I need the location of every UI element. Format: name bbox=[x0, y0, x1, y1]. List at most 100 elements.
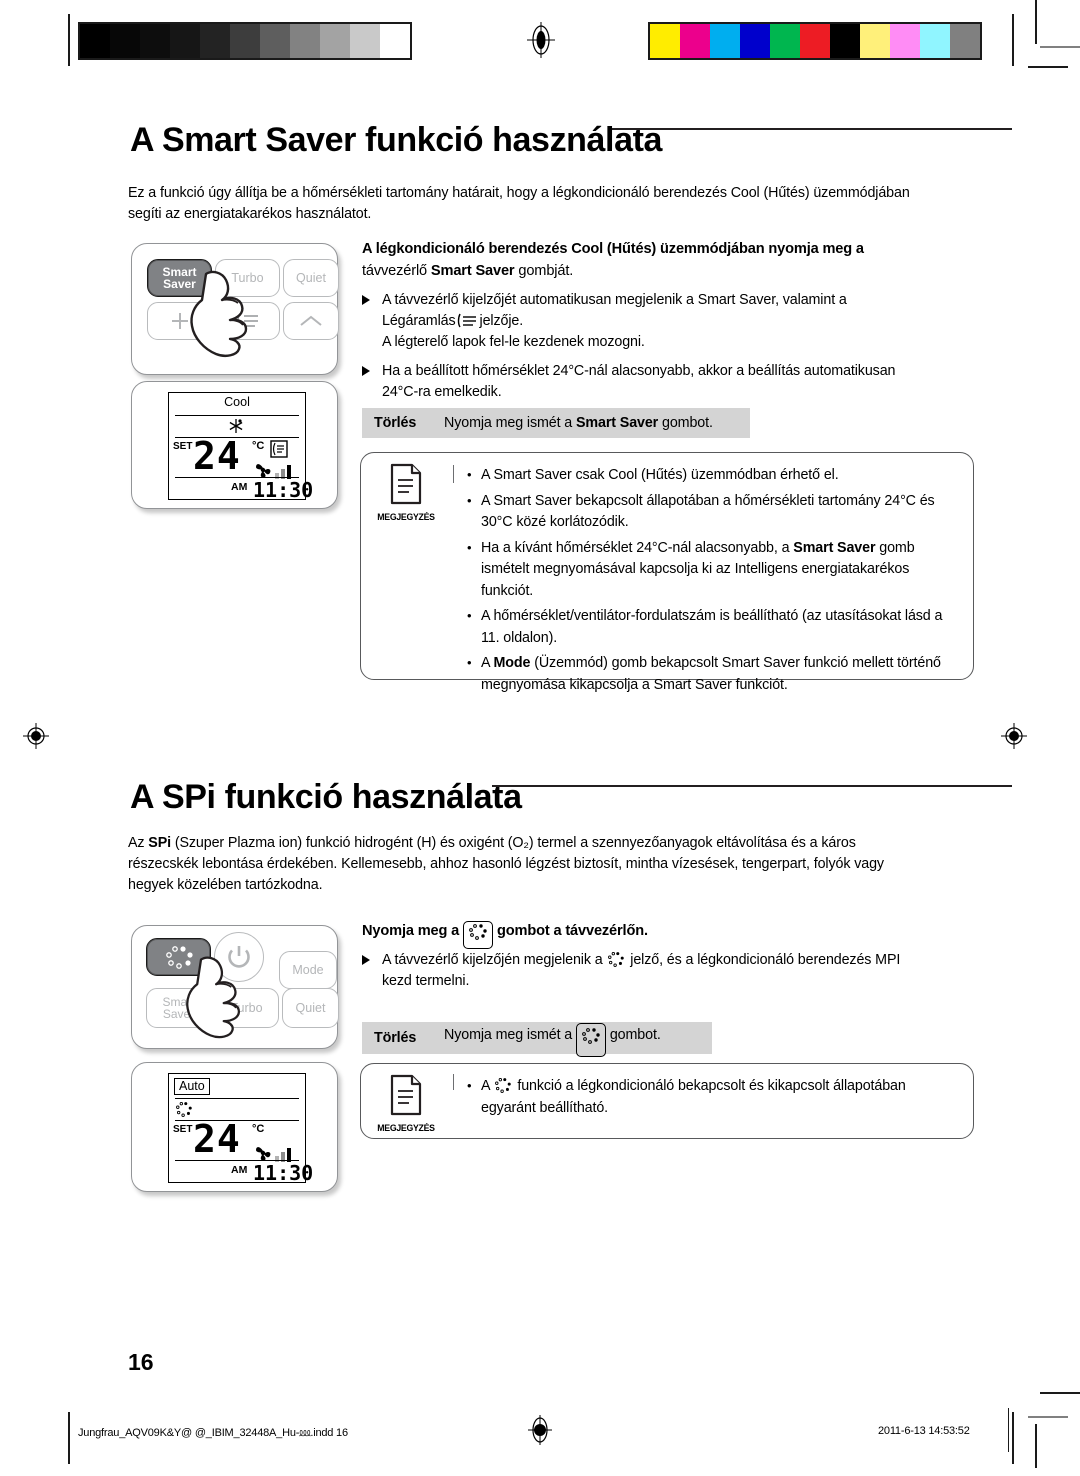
plus-icon bbox=[171, 313, 188, 329]
clear-text-post: gombot. bbox=[658, 415, 713, 431]
power-icon bbox=[228, 946, 250, 968]
step-heading-line2-strong: Smart Saver bbox=[430, 263, 515, 279]
note-item: A hőmérséklet/ventilátor-fordulatszám is… bbox=[465, 605, 957, 649]
spi-button-inline bbox=[576, 1022, 606, 1057]
smart-saver-step-heading: A légkondicionáló berendezés Cool (Hűtés… bbox=[362, 238, 962, 282]
bullet-1-line2-post: jelzője. bbox=[479, 313, 524, 329]
crop-mark-bottom-right-v bbox=[1012, 1412, 1014, 1464]
spi-intro: Az SPi (Szuper Plazma ion) funkció hidro… bbox=[128, 833, 928, 896]
spi-button-inline bbox=[463, 921, 494, 949]
note-item: A funkció a légkondicionáló bekapcsolt é… bbox=[465, 1075, 957, 1119]
bullet-2-line2: 24°C-ra emelkedik. bbox=[382, 384, 502, 400]
note-body-smart-saver: A Smart Saver csak Cool (Hűtés) üzemmódb… bbox=[465, 464, 957, 700]
note-item: A Mode (Üzemmód) gomb bekapcsolt Smart S… bbox=[465, 652, 957, 696]
crop-mark-bottom-right-corner-v bbox=[1035, 1424, 1037, 1468]
note-item: A Smart Saver bekapcsolt állapotában a h… bbox=[465, 490, 957, 534]
crop-mark-top-right-corner-h2 bbox=[1028, 66, 1068, 68]
grayscale-calibration-bar bbox=[78, 22, 412, 60]
lcd-illustration-smart-saver: Cool SET 24 °C AM 11:30 bbox=[131, 381, 338, 509]
calibration-swatch bbox=[890, 24, 920, 58]
note-box-spi: MEGJEGYZÉS A funkció a légkondicionáló b… bbox=[360, 1063, 974, 1139]
spi-intro-pre: Az bbox=[128, 835, 149, 851]
lcd-temperature: 24 bbox=[193, 434, 241, 478]
footer-timestamp: 2011-6-13 14:53:52 bbox=[878, 1425, 970, 1437]
up-button[interactable] bbox=[283, 302, 339, 340]
step-heading-line2-pre: távvezérlő bbox=[362, 263, 431, 279]
smart-saver-button-label: Smart Saver bbox=[162, 264, 197, 291]
mode-button[interactable]: Mode bbox=[279, 951, 337, 989]
calibration-swatch bbox=[680, 24, 710, 58]
lcd-ampm: AM bbox=[231, 481, 248, 493]
remote-illustration-spi: Mode Smart Saver Turbo Quiet bbox=[131, 925, 339, 1049]
note-icon-group: MEGJEGYZÉS bbox=[371, 1074, 441, 1134]
smart-saver-button[interactable]: Smart Saver bbox=[147, 259, 212, 297]
step-heading-line2-post: gombját. bbox=[514, 263, 574, 279]
lcd-mode-label: Auto bbox=[174, 1078, 210, 1095]
registration-mark-left bbox=[22, 722, 49, 749]
spi-step-heading-post: gombot a távvezérlőn. bbox=[493, 923, 648, 939]
calibration-swatch bbox=[380, 24, 410, 58]
triangle-bullet-icon bbox=[362, 295, 370, 305]
clear-instruction-bar-smart-saver: Törlés Nyomja meg ismét a Smart Saver go… bbox=[362, 408, 750, 438]
document-icon bbox=[390, 1074, 422, 1116]
registration-mark-top bbox=[526, 22, 555, 58]
footer-divider bbox=[1008, 1408, 1009, 1452]
spi-button[interactable] bbox=[146, 938, 211, 976]
calibration-swatch bbox=[350, 24, 380, 58]
lcd-screen: Cool SET 24 °C AM 11:30 bbox=[168, 392, 313, 502]
quiet-button-label: Quiet bbox=[296, 270, 326, 285]
turbo-button[interactable]: Turbo bbox=[215, 259, 280, 297]
spi-note-pre: A bbox=[481, 1078, 494, 1094]
spi-title-post: funkció használata bbox=[215, 778, 522, 816]
calibration-swatch bbox=[290, 24, 320, 58]
turbo-button-label: Turbo bbox=[231, 270, 264, 285]
quiet-button-label: Quiet bbox=[295, 1000, 326, 1015]
turbo-button[interactable]: Turbo bbox=[214, 988, 279, 1028]
bullet-item: A távvezérlő kijelzőjét automatikusan me… bbox=[362, 290, 962, 353]
power-button[interactable] bbox=[214, 932, 264, 982]
clear-text-pre: Nyomja meg ismét a bbox=[444, 1026, 576, 1043]
calibration-swatch bbox=[140, 24, 170, 58]
calibration-swatch bbox=[710, 24, 740, 58]
note-item-4: A hőmérséklet/ventilátor-fordulatszám is… bbox=[481, 608, 943, 646]
note-item: A Smart Saver csak Cool (Hűtés) üzemmódb… bbox=[465, 464, 957, 487]
airflow-button[interactable] bbox=[215, 302, 280, 340]
note-item-5-strong: Mode bbox=[493, 655, 531, 671]
lcd-ampm: AM bbox=[231, 1164, 248, 1176]
smart-saver-button[interactable]: Smart Saver bbox=[146, 988, 211, 1028]
spi-icon bbox=[495, 1077, 512, 1093]
lcd-time: 11:30 bbox=[253, 478, 314, 502]
clear-instruction-bar-spi: Törlés Nyomja meg ismét a gombot. bbox=[362, 1022, 712, 1057]
registration-mark-right bbox=[1000, 722, 1027, 749]
note-item: Ha a kívánt hőmérséklet 24°C-nál alacson… bbox=[465, 537, 957, 603]
note-item-3-strong: Smart Saver bbox=[793, 539, 876, 556]
quiet-button[interactable]: Quiet bbox=[282, 988, 339, 1028]
chevron-up-icon bbox=[300, 315, 322, 326]
quiet-button[interactable]: Quiet bbox=[283, 259, 339, 297]
spi-bullet-line1-post: jelző, és a légkondicionáló berendezés M… bbox=[626, 952, 901, 968]
spi-icon bbox=[165, 946, 193, 969]
calibration-swatch bbox=[230, 24, 260, 58]
spi-intro-post: (Szuper Plazma ion) funkció hidrogént (H… bbox=[128, 835, 884, 893]
note-caption: MEGJEGYZÉS bbox=[377, 1123, 435, 1134]
plus-button[interactable] bbox=[147, 302, 212, 340]
crop-mark-bottom-right-corner-h bbox=[1040, 1392, 1080, 1394]
step-heading-line1: A légkondicionáló berendezés Cool (Hűtés… bbox=[362, 241, 864, 257]
calibration-swatch bbox=[860, 24, 890, 58]
lcd-set-label: SET bbox=[173, 441, 193, 452]
note-caption: MEGJEGYZÉS bbox=[377, 512, 435, 523]
spi-step-heading-pre: Nyomja meg a bbox=[362, 923, 464, 939]
lcd-screen: Auto SET 24 °C AM 11:30 bbox=[168, 1073, 313, 1185]
calibration-swatch bbox=[170, 24, 200, 58]
spi-bullet-line2: kezd termelni. bbox=[382, 973, 470, 989]
spi-title-pre: A bbox=[130, 778, 162, 816]
note-icon-group: MEGJEGYZÉS bbox=[371, 463, 441, 523]
calibration-swatch bbox=[950, 24, 980, 58]
triangle-bullet-icon bbox=[362, 366, 370, 376]
clear-text-pre: Nyomja meg ismét a bbox=[444, 415, 576, 431]
note-box-smart-saver: MEGJEGYZÉS A Smart Saver csak Cool (Hűté… bbox=[360, 452, 974, 693]
note-item-1: A Smart Saver csak Cool (Hűtés) üzemmódb… bbox=[481, 467, 839, 483]
remote-illustration-smart-saver: Smart Saver Turbo Quiet bbox=[131, 243, 339, 375]
spi-icon bbox=[176, 1101, 192, 1117]
note-divider bbox=[453, 465, 454, 483]
